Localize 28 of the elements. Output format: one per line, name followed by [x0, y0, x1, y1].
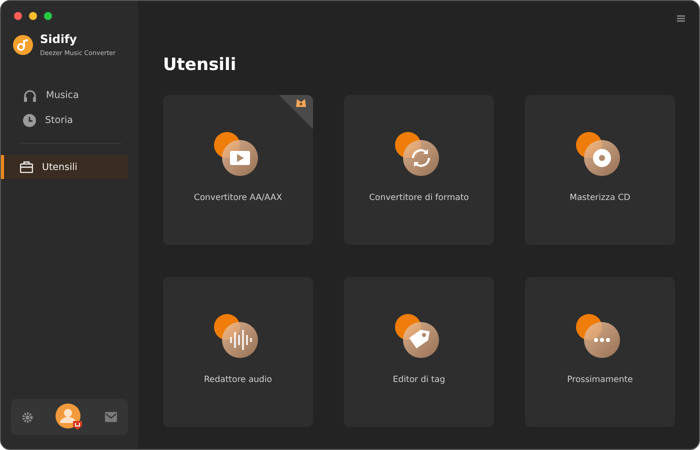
page-title: Utensili: [163, 55, 238, 75]
mail-icon[interactable]: [105, 412, 117, 422]
clock-icon: [23, 114, 36, 126]
tool-label: Convertitore AA/AAX: [194, 193, 282, 203]
tool-label: Masterizza CD: [570, 193, 630, 203]
zoom-button[interactable]: [44, 12, 52, 20]
app-name: Sidify: [40, 32, 78, 46]
tool-card[interactable]: Prossimamente: [525, 277, 675, 427]
nav-item[interactable]: Storia: [1, 108, 128, 132]
tool-card[interactable]: Editor di tag: [344, 277, 494, 427]
tool-label: Prossimamente: [567, 375, 633, 385]
nav-item[interactable]: Musica: [1, 83, 128, 107]
user-avatar-icon[interactable]: [55, 403, 83, 431]
tool-card[interactable]: Redattore audio: [163, 277, 313, 427]
toolbox-icon: [20, 161, 33, 173]
tool-card[interactable]: Masterizza CD: [525, 95, 675, 245]
menu-icon[interactable]: [677, 15, 685, 22]
tool-label: Convertitore di formato: [369, 193, 469, 203]
settings-icon[interactable]: [22, 412, 33, 422]
tool-label: Editor di tag: [392, 375, 446, 385]
nav-item[interactable]: Utensili: [1, 155, 128, 179]
tool-label: Redattore audio: [204, 375, 272, 385]
close-button[interactable]: [14, 12, 22, 20]
app-logo-icon: [13, 34, 33, 54]
headphones-icon: [23, 88, 37, 102]
tool-card[interactable]: Convertitore di formato: [344, 95, 494, 245]
minimize-button[interactable]: [29, 12, 37, 20]
tool-card[interactable]: Convertitore AA/AAX: [163, 95, 313, 245]
